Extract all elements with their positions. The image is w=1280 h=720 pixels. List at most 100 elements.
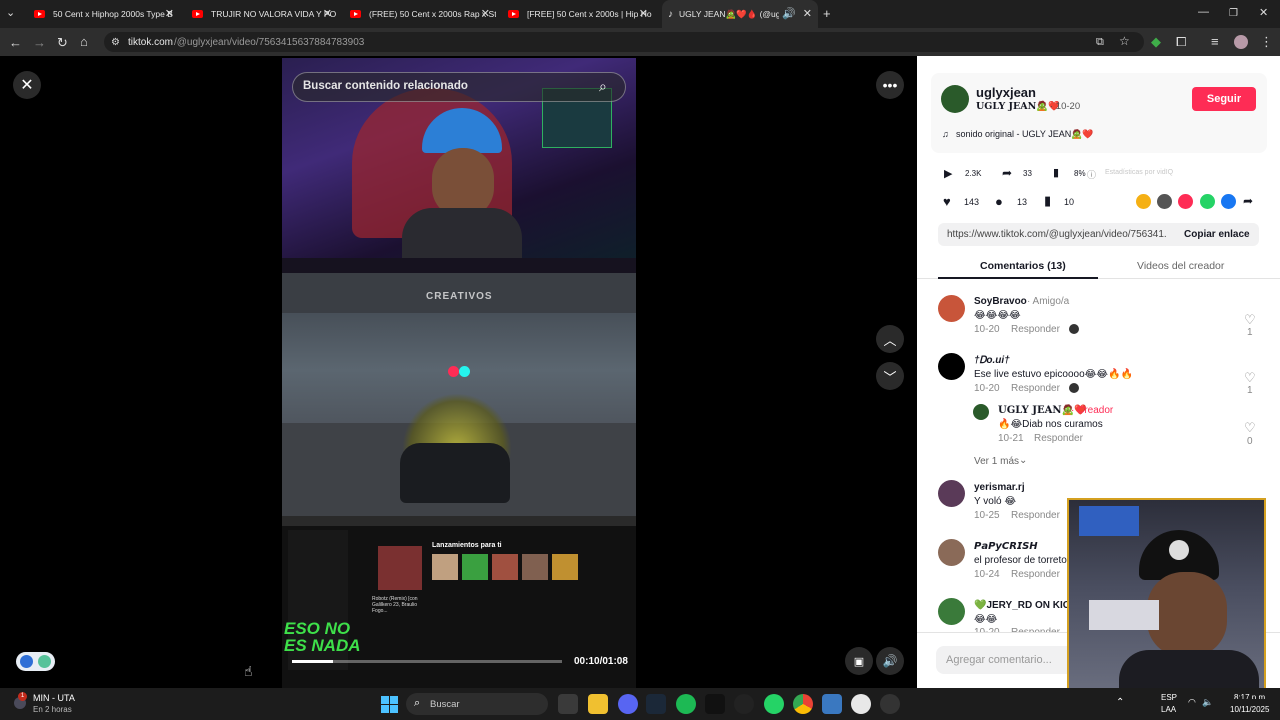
- reload-icon[interactable]: ↻: [57, 36, 68, 49]
- media-player-icon[interactable]: [851, 694, 871, 714]
- chrome-icon[interactable]: [793, 694, 813, 714]
- extensions-icon[interactable]: ⧠: [1176, 35, 1186, 48]
- more-share-icon[interactable]: ➦: [1243, 194, 1253, 208]
- next-video-button[interactable]: ﹀: [876, 362, 904, 390]
- copy-link-button[interactable]: Copiar enlace: [1184, 229, 1250, 240]
- related-content-search[interactable]: Buscar contenido relacionado ⌕: [292, 72, 626, 102]
- url-field[interactable]: ⚙ tiktok.com /@uglyxjean/video/756341563…: [104, 32, 1144, 52]
- comment-like-icon[interactable]: ♡: [1244, 420, 1256, 436]
- clock-time[interactable]: 8:17 p.m.: [1234, 693, 1267, 699]
- info-icon[interactable]: ⓘ: [1087, 168, 1096, 181]
- browser-tab-4[interactable]: [FREE] 50 Cent x 2000s | Hip Ho ✕: [502, 0, 654, 28]
- comment-bubble-icon[interactable]: ●: [995, 194, 1003, 209]
- comment-like-icon[interactable]: ♡: [1244, 370, 1256, 386]
- comment-username[interactable]: 𝙋𝙖𝙋𝙮𝘾𝙍𝙄𝙎𝙃: [974, 541, 1038, 552]
- speaker-icon[interactable]: 🔈: [1202, 697, 1213, 708]
- extension-shield-icon[interactable]: ◆: [1151, 35, 1161, 48]
- comment-username[interactable]: yerismar.rj: [974, 482, 1025, 493]
- video-link[interactable]: https://www.tiktok.com/@uglyxjean/video/…: [947, 229, 1167, 240]
- browser-tab-1[interactable]: 50 Cent x Hiphop 2000s Type B ✕: [28, 0, 180, 28]
- commenter-avatar[interactable]: [938, 353, 965, 380]
- app-icon[interactable]: [880, 694, 900, 714]
- previous-video-button[interactable]: ︿: [876, 325, 904, 353]
- tab-creator-videos[interactable]: Videos del creador: [1137, 260, 1224, 272]
- comment-username[interactable]: SoyBravoo: [974, 296, 1027, 307]
- browser-tab-2[interactable]: TRUJIR NO VALORA VIDA Y PO ✕: [186, 0, 338, 28]
- ai-assist-toggle[interactable]: [16, 652, 55, 671]
- tab-comments[interactable]: Comentarios (13): [980, 260, 1066, 272]
- restore-icon[interactable]: ❐: [1229, 7, 1238, 20]
- weather-label[interactable]: MIN - UTA: [33, 693, 75, 703]
- commenter-avatar[interactable]: [938, 295, 965, 322]
- language-code[interactable]: ESP: [1161, 693, 1177, 702]
- close-tab-icon[interactable]: ✕: [481, 7, 490, 20]
- bookmark-icon[interactable]: ▮: [1044, 193, 1051, 209]
- embed-icon[interactable]: [1157, 194, 1172, 209]
- close-tab-icon[interactable]: ✕: [803, 7, 812, 20]
- sound-label[interactable]: sonido original - UGLY JEAN🧟❤️: [956, 129, 1094, 140]
- steam-icon[interactable]: [646, 694, 666, 714]
- tab-list-icon[interactable]: ⌄: [6, 7, 15, 20]
- volume-button[interactable]: 🔊: [876, 647, 904, 675]
- minimize-icon[interactable]: —: [1198, 6, 1209, 19]
- close-window-icon[interactable]: ✕: [1259, 7, 1268, 20]
- video-player[interactable]: CREATIVOS Lanzamientos para ti Robotz (R…: [282, 58, 636, 688]
- menu-icon[interactable]: ⋮: [1260, 35, 1273, 48]
- pip-button[interactable]: ▣: [845, 647, 873, 675]
- file-explorer-icon[interactable]: [588, 694, 608, 714]
- whatsapp-icon[interactable]: [1200, 194, 1215, 209]
- home-icon[interactable]: ⌂: [80, 35, 88, 48]
- close-tab-icon[interactable]: ✕: [165, 7, 174, 20]
- more-options-button[interactable]: •••: [876, 71, 904, 99]
- terminal-icon[interactable]: [705, 694, 725, 714]
- search-icon[interactable]: ⌕: [599, 78, 607, 95]
- comment-username[interactable]: †Ꭰo.ui†: [974, 355, 1010, 366]
- follow-button[interactable]: Seguir: [1192, 87, 1256, 111]
- commenter-avatar[interactable]: [938, 598, 965, 625]
- install-app-icon[interactable]: ⧉: [1096, 36, 1104, 49]
- new-tab-icon[interactable]: +: [823, 7, 831, 20]
- close-tab-icon[interactable]: ✕: [323, 7, 332, 20]
- video-progress-track[interactable]: [292, 660, 562, 663]
- site-info-icon[interactable]: ⚙: [111, 36, 120, 49]
- browser-tab-active[interactable]: ♪ UGLY JEAN🧟❤️🩸 (@ugly 🔊 ✕: [662, 0, 818, 28]
- reply-button[interactable]: Responder: [1011, 383, 1060, 394]
- reply-button[interactable]: Responder: [1011, 324, 1060, 335]
- wifi-icon[interactable]: ◠: [1188, 697, 1196, 708]
- media-control-icon[interactable]: ≡: [1211, 35, 1219, 48]
- creator-reply-avatar[interactable]: [973, 404, 989, 420]
- comment-username[interactable]: 💚JERY_RD ON KICK: [974, 600, 1077, 611]
- obs-icon[interactable]: [734, 694, 754, 714]
- creator-avatar[interactable]: [941, 85, 969, 113]
- send-to-friends-icon[interactable]: [1178, 194, 1193, 209]
- notepad-icon[interactable]: [822, 694, 842, 714]
- bookmark-star-icon[interactable]: ☆: [1119, 35, 1130, 48]
- discord-icon[interactable]: [618, 694, 638, 714]
- start-button[interactable]: [381, 696, 398, 713]
- like-heart-icon[interactable]: ♥: [943, 194, 951, 209]
- reply-button[interactable]: Responder: [1011, 510, 1060, 521]
- whatsapp-taskbar-icon[interactable]: [764, 694, 784, 714]
- comment-like-icon[interactable]: ♡: [1244, 312, 1256, 328]
- taskbar-search[interactable]: ⌕ Buscar: [406, 693, 548, 715]
- browser-tab-3[interactable]: (FREE) 50 Cent x 2000s Rap x St ✕: [344, 0, 496, 28]
- reply-button[interactable]: Responder: [1034, 433, 1083, 444]
- back-icon[interactable]: ←: [9, 36, 22, 49]
- clock-date[interactable]: 10/11/2025: [1230, 705, 1269, 714]
- commenter-avatar[interactable]: [938, 539, 965, 566]
- close-tab-icon[interactable]: ✕: [639, 7, 648, 20]
- profile-avatar[interactable]: [1234, 35, 1248, 49]
- commenter-avatar[interactable]: [938, 480, 965, 507]
- see-more-replies[interactable]: Ver 1 más: [974, 456, 1019, 467]
- spotify-icon[interactable]: [676, 694, 696, 714]
- reply-button[interactable]: Responder: [1011, 569, 1060, 580]
- forward-icon[interactable]: →: [33, 36, 46, 49]
- audio-icon[interactable]: 🔊: [782, 7, 796, 20]
- close-video-button[interactable]: ✕: [13, 71, 41, 99]
- tray-overflow-icon[interactable]: ⌃: [1116, 697, 1124, 708]
- repost-icon[interactable]: [1136, 194, 1151, 209]
- facebook-icon[interactable]: [1221, 194, 1236, 209]
- keyboard-layout[interactable]: LAA: [1161, 705, 1176, 714]
- creator-username[interactable]: uglyxjean: [976, 85, 1036, 100]
- task-view-icon[interactable]: [558, 694, 578, 714]
